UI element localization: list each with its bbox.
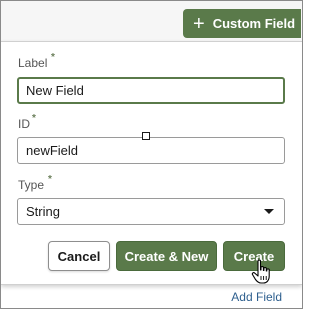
label-input-value: New Field [26, 83, 84, 98]
plus-icon: + [193, 12, 205, 35]
label-field-label: Label [18, 56, 48, 70]
id-input[interactable]: newField [17, 137, 285, 164]
add-field-link[interactable]: Add Field [231, 290, 282, 304]
id-field-label: ID [18, 117, 30, 131]
id-input-value: newField [26, 143, 79, 158]
label-input[interactable]: New Field [17, 77, 285, 104]
custom-field-popup-frame: + Custom Field Label * New Field ID * ne… [0, 0, 303, 309]
required-marker: * [51, 52, 55, 63]
type-select-value: String [26, 204, 60, 219]
type-select[interactable]: String [17, 198, 285, 225]
create-and-new-button[interactable]: Create & New [116, 241, 217, 271]
chevron-down-icon [264, 209, 274, 214]
required-marker: * [48, 174, 52, 185]
custom-field-button-label: Custom Field [212, 16, 296, 31]
required-marker: * [32, 113, 36, 124]
hand-pointer-cursor-icon [251, 259, 270, 284]
custom-field-button[interactable]: + Custom Field [183, 9, 301, 38]
create-and-new-button-label: Create & New [124, 248, 209, 264]
resize-handle[interactable] [142, 132, 150, 140]
toolbar: + Custom Field [1, 1, 302, 41]
cancel-button[interactable]: Cancel [48, 241, 110, 271]
cancel-button-label: Cancel [57, 248, 101, 264]
type-field-label: Type [18, 178, 45, 192]
